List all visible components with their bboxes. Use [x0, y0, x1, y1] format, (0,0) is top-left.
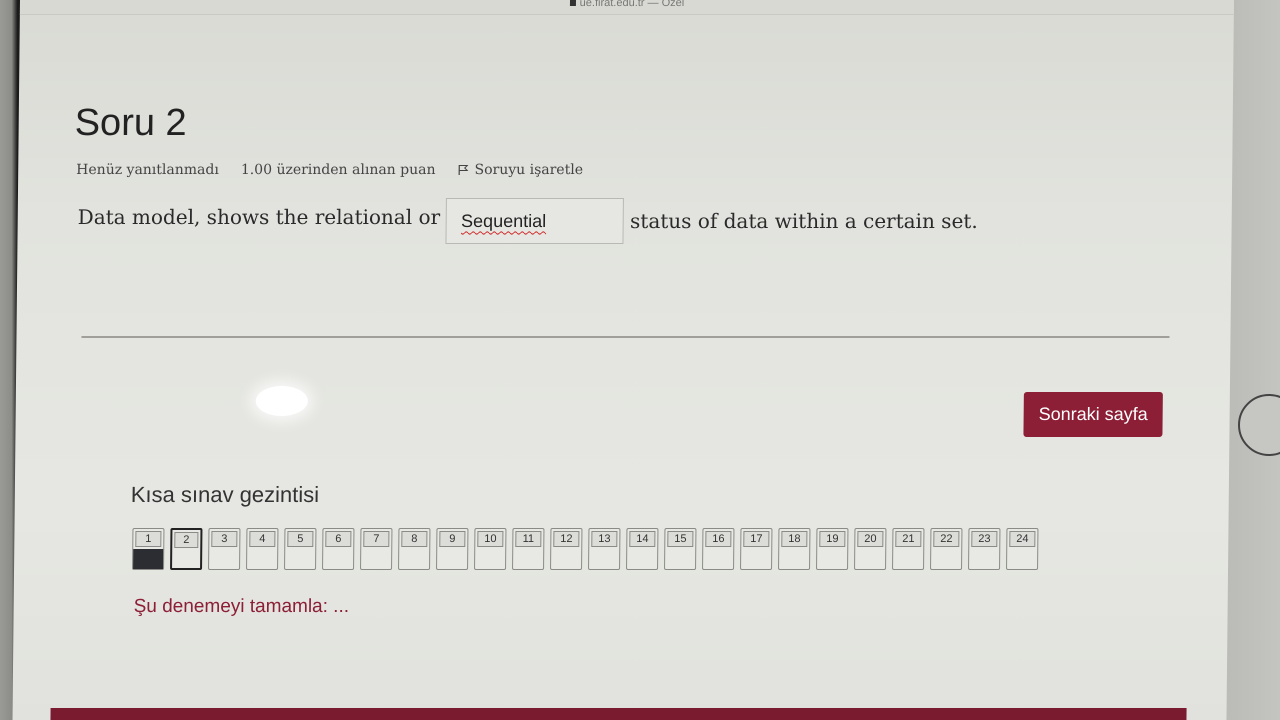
question-points: 1.00 üzerinden alınan puan	[240, 162, 436, 178]
quiz-nav-number: 11	[515, 531, 542, 547]
quiz-nav-button[interactable]: 24	[1006, 528, 1039, 570]
quiz-nav-title: Kısa sınav gezintisi	[130, 482, 320, 507]
question-title: Soru 2	[74, 102, 187, 144]
flag-question-label: Soruyu işaretle	[474, 162, 584, 178]
quiz-nav-number: 14	[629, 531, 656, 547]
finish-attempt-link[interactable]: Şu denemeyi tamamla: ...	[134, 596, 350, 618]
question-text-after: status of data within a certain set.	[629, 209, 978, 233]
quiz-nav-button[interactable]: 4	[246, 528, 279, 570]
quiz-nav-button[interactable]: 21	[892, 528, 925, 570]
quiz-nav-button[interactable]: 13	[588, 528, 621, 570]
quiz-nav-number: 16	[705, 531, 732, 547]
question-info: Henüz yanıtlanmadı 1.00 üzerinden alınan…	[76, 162, 583, 178]
quiz-nav-number: 8	[401, 531, 428, 547]
quiz-nav-number: 13	[591, 531, 618, 547]
quiz-nav-button[interactable]: 12	[550, 528, 583, 570]
browser-url: ue.firat.edu.tr — Özel	[579, 0, 685, 9]
quiz-nav-number: 20	[857, 531, 884, 547]
quiz-nav-number: 1	[135, 531, 162, 547]
quiz-nav-number: 18	[781, 531, 808, 547]
quiz-nav-number: 21	[895, 531, 922, 547]
quiz-nav-button[interactable]: 8	[398, 528, 431, 570]
quiz-nav-number: 19	[819, 531, 846, 547]
quiz-nav-button[interactable]: 20	[854, 528, 887, 570]
quiz-nav-number: 9	[439, 531, 466, 547]
quiz-nav-button[interactable]: 17	[740, 528, 773, 570]
answer-value: Sequential	[461, 210, 547, 231]
quiz-nav-button[interactable]: 7	[360, 528, 393, 570]
question-status: Henüz yanıtlanmadı	[76, 162, 219, 178]
next-page-button[interactable]: Sonraki sayfa	[1023, 392, 1163, 437]
screen-glare	[255, 386, 308, 416]
quiz-nav-button[interactable]: 16	[702, 528, 735, 570]
quiz-nav-button[interactable]: 11	[512, 528, 545, 570]
quiz-nav-number: 2	[174, 532, 199, 548]
quiz-nav-number: 3	[211, 531, 238, 547]
quiz-nav-button[interactable]: 10	[474, 528, 507, 570]
flag-question-link[interactable]: Soruyu işaretle	[457, 162, 583, 178]
browser-screen: ue.firat.edu.tr — Özel Soru 2 Henüz yanı…	[12, 0, 1234, 720]
quiz-nav-button[interactable]: 5	[284, 528, 317, 570]
quiz-nav-number: 6	[325, 531, 352, 547]
divider	[81, 336, 1170, 338]
quiz-nav-button[interactable]: 9	[436, 528, 469, 570]
lock-icon	[569, 0, 576, 6]
quiz-nav-number: 22	[933, 531, 960, 547]
quiz-nav-number: 15	[667, 531, 694, 547]
quiz-nav-button[interactable]: 22	[930, 528, 963, 570]
answer-input[interactable]: Sequential	[445, 198, 625, 244]
footer-strip	[50, 708, 1187, 720]
quiz-nav-number: 5	[287, 531, 314, 547]
browser-top-bar: ue.firat.edu.tr — Özel	[19, 0, 1234, 15]
quiz-nav-button[interactable]: 14	[626, 528, 659, 570]
quiz-nav-button[interactable]: 23	[968, 528, 1001, 570]
quiz-nav-grid: 1 2 3 4 5 6 7 8 9 10 11 12 13 14 15 16 17 18 19 20 21 22 23 24	[132, 528, 1039, 570]
flag-icon	[458, 165, 469, 175]
quiz-nav-button[interactable]: 19	[816, 528, 849, 570]
question-body: Data model, shows the relational or Sequ…	[77, 198, 978, 244]
quiz-nav-button[interactable]: 18	[778, 528, 811, 570]
quiz-nav-button[interactable]: 3	[208, 528, 241, 570]
quiz-nav-button[interactable]: 2	[170, 528, 203, 570]
quiz-nav-number: 17	[743, 531, 770, 547]
quiz-nav-number: 12	[553, 531, 580, 547]
quiz-nav-number: 10	[477, 531, 504, 547]
quiz-nav-button[interactable]: 15	[664, 528, 697, 570]
quiz-nav-number: 4	[249, 531, 276, 547]
quiz-nav-number: 24	[1009, 531, 1036, 547]
quiz-nav-number: 23	[971, 531, 998, 547]
quiz-nav-number: 7	[363, 531, 390, 547]
quiz-nav-button[interactable]: 1	[132, 528, 165, 570]
device-home-button	[1238, 394, 1280, 456]
quiz-nav-button[interactable]: 6	[322, 528, 355, 570]
question-text-before: Data model, shows the relational or	[77, 205, 441, 229]
answered-indicator	[133, 549, 164, 569]
